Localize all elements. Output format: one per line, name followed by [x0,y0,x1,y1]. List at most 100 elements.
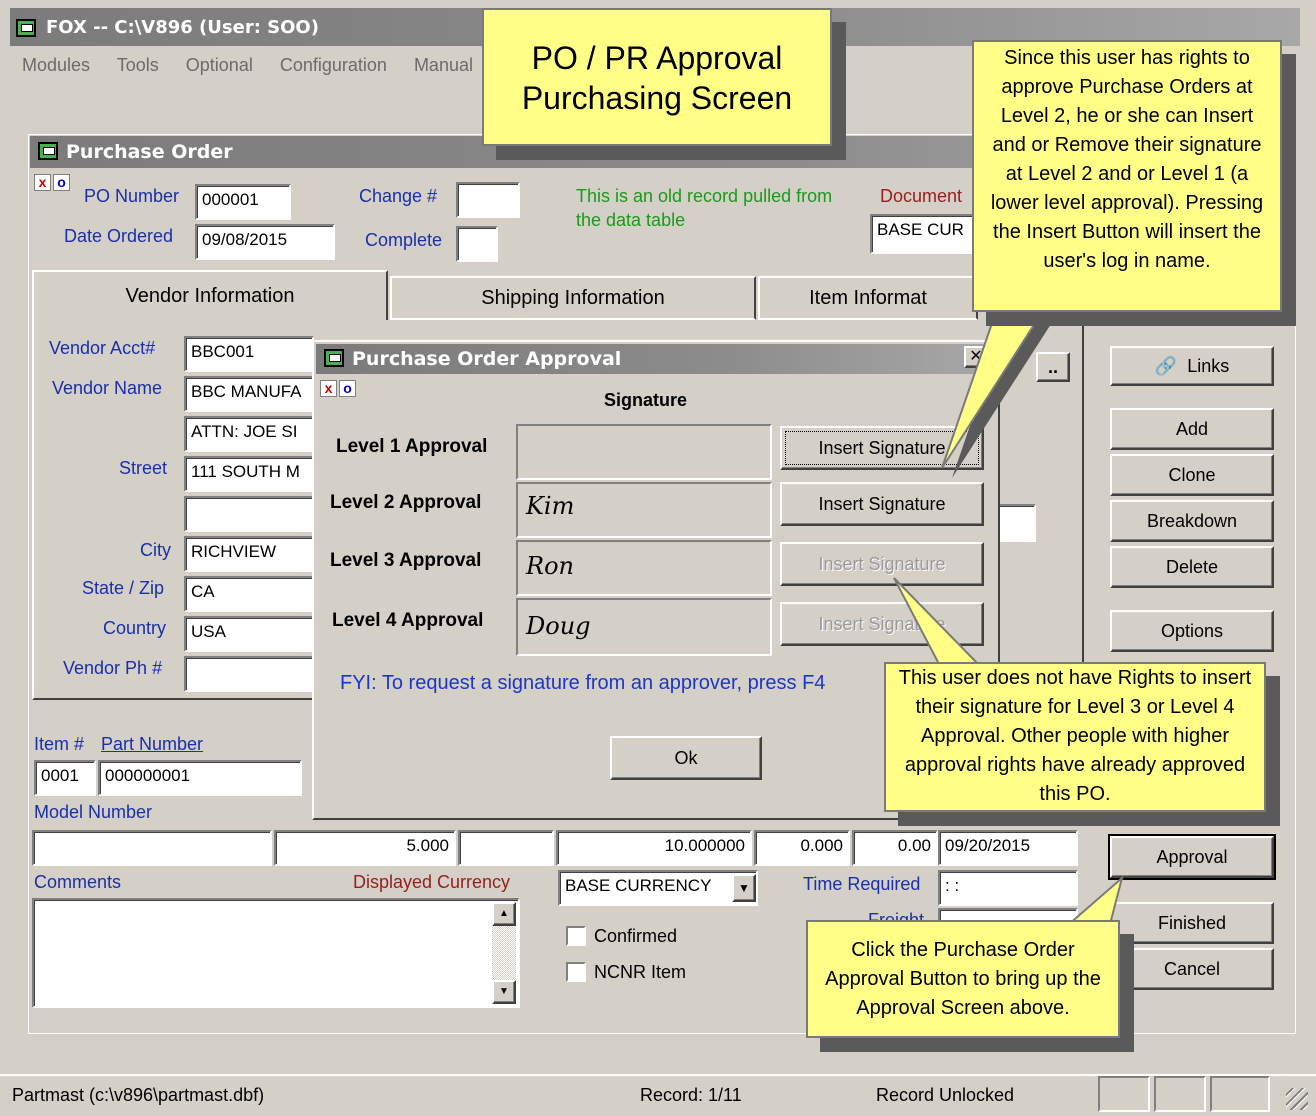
comments-field[interactable] [32,898,520,1008]
level-1-label: Level 1 Approval [336,436,488,457]
unit-price-field[interactable]: 10.000000 [556,830,752,866]
level-2-label: Level 2 Approval [330,492,482,513]
complete-label: Complete [365,230,443,250]
comments-label: Comments [34,872,122,892]
menu-manual[interactable]: Manual [414,55,473,75]
total-field[interactable]: 0.00 [852,830,938,866]
street-field[interactable]: 111 SOUTH M [184,456,314,492]
change-field[interactable] [456,182,520,218]
model-number-field[interactable] [32,830,272,866]
time-required-label: Time Required [803,874,921,894]
part-number-label[interactable]: Part Number [101,734,203,755]
discount-field[interactable]: 0.000 [754,830,850,866]
status-panel-3 [1210,1076,1270,1112]
delete-button[interactable]: Delete [1110,546,1274,588]
status-lock: Record Unlocked [876,1085,1015,1105]
date-ordered-label: Date Ordered [64,226,174,246]
po-number-field[interactable]: 000001 [195,184,291,220]
cancel-button[interactable]: Cancel [1110,948,1274,990]
street2-field[interactable] [184,496,314,532]
confirmed-checkbox[interactable] [566,926,586,946]
city-field[interactable]: RICHVIEW [184,536,314,572]
rights-callout-pointer [941,299,1060,478]
app-title: FOX -- C:\V896 (User: SOO) [46,17,319,38]
status-file: Partmast (c:\v896\partmast.dbf) [12,1085,265,1105]
confirmed-label: Confirmed [594,926,678,946]
breakdown-button[interactable]: Breakdown [1110,500,1274,542]
date-ordered-field[interactable]: 09/08/2015 [195,224,335,260]
delete-label: Delete [1165,557,1219,577]
ok-button[interactable]: Ok [610,736,762,780]
approval-dialog-title: Purchase Order Approval [352,348,622,370]
level-3-signature: Ron [526,552,574,580]
status-panel-2 [1154,1076,1206,1112]
tab-vendor-information[interactable]: Vendor Information [32,270,388,320]
old-record-message: This is an old record pulled from the da… [576,186,833,230]
vendor-acct-label: Vendor Acct# [49,338,156,358]
signature-heading: Signature [604,390,688,410]
options-button[interactable]: Options [1110,610,1274,652]
state-field[interactable]: CA [184,576,314,612]
vendor-name-field[interactable]: BBC MANUFA [184,376,314,412]
vendor-phone-field[interactable] [184,656,314,692]
ncnr-checkbox[interactable] [566,962,586,982]
model-number-label: Model Number [34,802,153,822]
ok-label: Ok [674,748,698,768]
links-label: Links [1187,356,1230,376]
menu-optional[interactable]: Optional [186,55,253,75]
blank-field[interactable] [458,830,554,866]
tab-shipping-information[interactable]: Shipping Information [390,276,756,320]
level-1-signature-box [516,424,772,480]
change-label: Change # [359,186,438,206]
state-zip-label: State / Zip [82,578,165,598]
links-button[interactable]: 🔗 Links [1110,346,1274,386]
hidden-field-right[interactable] [996,504,1036,542]
ncnr-label: NCNR Item [594,962,687,982]
status-panel-1 [1098,1076,1150,1112]
complete-field[interactable] [456,226,498,262]
app-icon [16,19,36,37]
no-rights-callout: This user does not have Rights to insert… [884,662,1266,812]
scroll-up-icon[interactable]: ▲ [492,902,516,926]
fyi-message: FYI: To request a signature from an appr… [340,672,826,694]
cancel-label: Cancel [1163,959,1221,979]
chevron-down-icon[interactable]: ▼ [732,874,756,902]
country-field[interactable]: USA [184,616,314,652]
po-title: Purchase Order [66,141,233,163]
tab-vendor-information-label: Vendor Information [125,284,295,307]
menu-tools[interactable]: Tools [117,55,159,75]
approval-dialog-titlebar[interactable]: Purchase Order Approval [316,344,996,374]
country-label: Country [103,618,167,638]
document-currency-field[interactable]: BASE CUR [870,214,980,254]
level-4-signature: Doug [526,612,591,640]
add-label: Add [1175,419,1209,439]
clone-button[interactable]: Clone [1110,454,1274,496]
po-window-icon [38,142,58,160]
vendor-attn-field[interactable]: ATTN: JOE SI [184,416,314,452]
quantity-field[interactable]: 5.000 [274,830,456,866]
menu-modules[interactable]: Modules [22,55,90,75]
level-2-insert-signature-button[interactable]: Insert Signature [780,482,984,526]
approval-dialog-xo-icons[interactable]: xo [320,380,356,398]
vendor-acct-field[interactable]: BBC001 [184,336,314,372]
resize-grip-icon[interactable] [1286,1088,1308,1110]
menu-configuration[interactable]: Configuration [280,55,387,75]
finished-label: Finished [1157,913,1227,933]
add-button[interactable]: Add [1110,408,1274,450]
displayed-currency-select[interactable]: BASE CURRENCY [558,870,758,906]
approval-label: Approval [1156,847,1228,867]
scroll-down-icon[interactable]: ▼ [492,980,516,1004]
document-currency-label: Document [880,186,963,206]
item-num-field[interactable]: 0001 [34,760,96,796]
header-callout: PO / PR Approval Purchasing Screen [482,8,832,146]
street-label: Street [119,458,168,478]
clone-label: Clone [1168,465,1216,485]
item-num-label: Item # [34,734,85,754]
links-icon: 🔗 [1154,356,1178,376]
level-2-signature: Kim [526,492,575,520]
due-date-field[interactable]: 09/20/2015 [938,830,1078,866]
po-close-restore-icons[interactable]: xo [34,174,70,192]
part-number-field[interactable]: 000000001 [98,760,302,796]
comments-scrollbar[interactable]: ▲ ▼ [492,902,516,1004]
tab-shipping-information-label: Shipping Information [481,286,665,309]
